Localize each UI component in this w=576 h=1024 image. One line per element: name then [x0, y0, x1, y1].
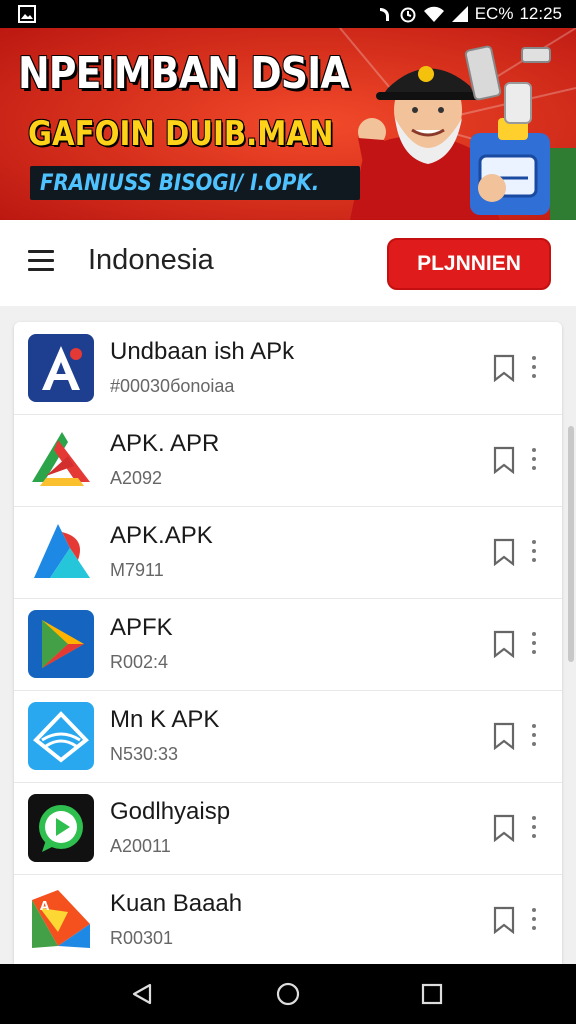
- more-options-icon[interactable]: [531, 448, 537, 470]
- bookmark-icon[interactable]: [492, 630, 516, 658]
- list-item[interactable]: Mn K APK N530:33: [14, 690, 562, 783]
- scrollbar[interactable]: [568, 426, 574, 662]
- bookmark-icon[interactable]: [492, 538, 516, 566]
- page-title: Indonesia: [88, 244, 214, 276]
- app-red-green-icon: [28, 426, 94, 494]
- app-name: Kuan Baaah: [110, 890, 243, 917]
- more-options-icon[interactable]: [531, 632, 537, 654]
- bookmark-icon[interactable]: [492, 354, 516, 382]
- list-item[interactable]: APK. APR A2092: [14, 414, 562, 507]
- app-meta: A20011: [110, 836, 171, 856]
- banner-subheadline: GAFOIN DUIB.MAN: [28, 114, 334, 154]
- list-item[interactable]: APK.APK M7911: [14, 506, 562, 599]
- app-triangle-icon: [28, 518, 94, 586]
- app-meta: M7911: [110, 560, 164, 580]
- list-item[interactable]: Godlhyaisp A20011: [14, 782, 562, 875]
- list-item[interactable]: Undbaan ish APk #00030бonoiaa: [14, 322, 562, 415]
- more-options-icon[interactable]: [531, 540, 537, 562]
- app-whatsapp-icon: [28, 794, 94, 862]
- more-options-icon[interactable]: [531, 816, 537, 838]
- app-name: Undbaan ish APk: [110, 338, 295, 365]
- alarm-icon: [400, 7, 416, 23]
- app-name: Mn K APK: [110, 706, 220, 733]
- app-list: Undbaan ish APk #00030бonoiaa APK. APR A…: [14, 322, 562, 964]
- banner-tagline: FRANIUSS BISOGI/ I.OPK.: [30, 166, 361, 200]
- app-play-icon: [28, 610, 94, 678]
- bookmark-icon[interactable]: [492, 446, 516, 474]
- app-wave-icon: [28, 702, 94, 770]
- hamburger-menu-icon[interactable]: [28, 250, 54, 272]
- battery-text: EC%: [474, 4, 514, 23]
- banner-headline: NPEIMBAN DSIA: [18, 48, 350, 99]
- recents-icon[interactable]: [420, 982, 444, 1006]
- app-name: APFK: [110, 614, 173, 641]
- bookmark-icon[interactable]: [492, 814, 516, 842]
- app-meta: A2092: [110, 468, 163, 488]
- app-name: APK.APK: [110, 522, 213, 549]
- list-item[interactable]: APFK R002:4: [14, 598, 562, 691]
- banner-tagline-text: FRANIUSS BISOGI/ I.OPK.: [40, 170, 320, 196]
- more-options-icon[interactable]: [531, 724, 537, 746]
- bookmark-icon[interactable]: [492, 906, 516, 934]
- app-meta: R002:4: [110, 652, 169, 672]
- nfc-icon: [379, 8, 389, 21]
- bookmark-icon[interactable]: [492, 722, 516, 750]
- app-name: Godlhyaisp: [110, 798, 231, 825]
- more-options-icon[interactable]: [531, 908, 537, 930]
- app-name: APK. APR: [110, 430, 220, 457]
- app-colorful-icon: A: [28, 886, 94, 954]
- app-meta: R00301: [110, 928, 174, 948]
- plan-button[interactable]: PLJNNIEN: [387, 238, 551, 290]
- clock: 12:25: [519, 4, 562, 23]
- status-bar: EC% 12:25: [0, 0, 576, 28]
- app-meta: N530:33: [110, 744, 179, 764]
- more-options-icon[interactable]: [531, 356, 537, 378]
- gallery-icon: [18, 5, 36, 23]
- navigation-bar: [0, 964, 576, 1024]
- app-meta: #00030бonoiaa: [110, 376, 235, 396]
- app-a-icon: [28, 334, 94, 402]
- promo-banner[interactable]: NPEIMBAN DSIA GAFOIN DUIB.MAN FRANIUSS B…: [0, 28, 576, 220]
- wifi-icon: [423, 6, 444, 22]
- list-item[interactable]: A Kuan Baaah R00301: [14, 874, 562, 964]
- back-icon[interactable]: [130, 982, 154, 1006]
- home-icon[interactable]: [276, 982, 300, 1006]
- svg-text:A: A: [40, 899, 50, 913]
- signal-icon: [451, 6, 468, 22]
